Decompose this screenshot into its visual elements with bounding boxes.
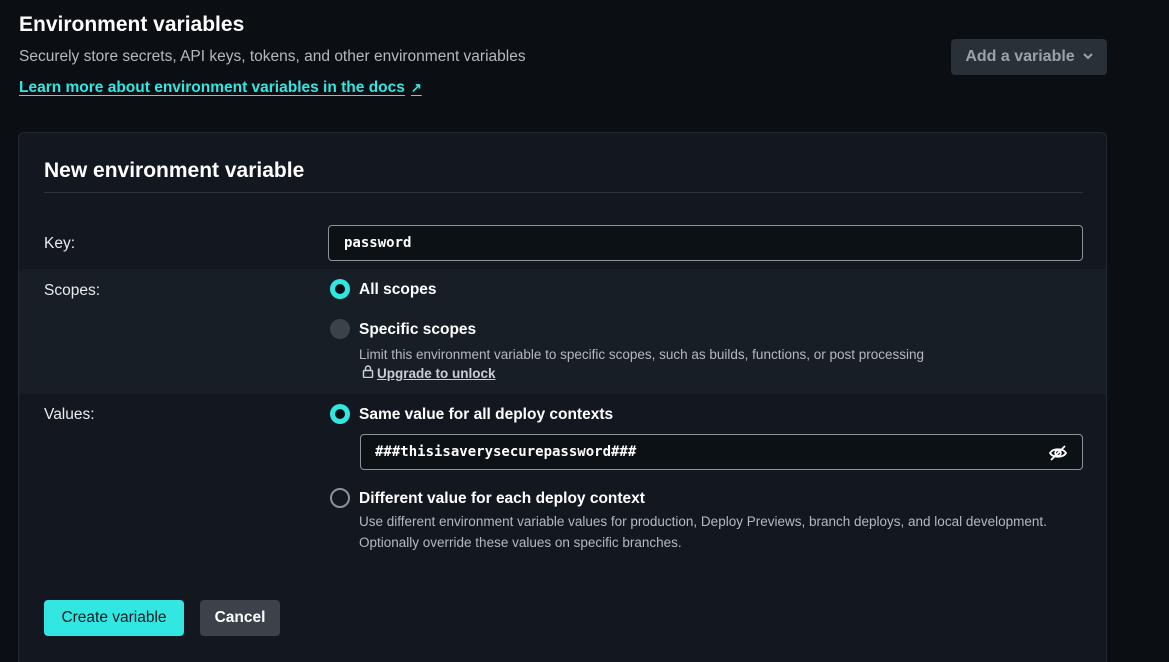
docs-link-label[interactable]: Learn more about environment variables i… [19,79,405,97]
docs-link[interactable]: Learn more about environment variables i… [19,79,422,97]
add-variable-label: Add a variable [965,48,1075,65]
key-input[interactable]: password [328,225,1083,261]
new-variable-card: New environment variable Key: password S… [18,132,1107,662]
different-value-description-line1: Use different environment variable value… [359,514,1047,529]
external-link-icon: ↗ [410,80,422,95]
key-input-value: password [344,235,412,251]
value-input[interactable]: ###thisisaverysecurepassword### [360,434,1083,470]
cancel-button[interactable]: Cancel [200,600,280,636]
add-variable-button[interactable]: Add a variable [951,39,1107,75]
divider [44,192,1083,193]
same-value-label[interactable]: Same value for all deploy contexts [359,406,613,424]
all-scopes-radio[interactable] [330,279,350,299]
specific-scopes-description: Limit this environment variable to speci… [359,347,925,362]
upgrade-link[interactable]: Upgrade to unlock [362,365,496,381]
all-scopes-label[interactable]: All scopes [359,281,437,299]
scopes-section: Scopes: All scopes Specific scopes Limit… [19,269,1106,394]
different-value-label[interactable]: Different value for each deploy context [359,490,645,508]
upgrade-link-label[interactable]: Upgrade to unlock [377,366,496,381]
key-label: Key: [44,235,76,252]
different-value-description-line2: Optionally override these values on spec… [359,535,682,550]
value-input-value: ###thisisaverysecurepassword### [375,444,637,460]
different-value-radio[interactable] [330,488,350,508]
chevron-down-icon [1082,52,1093,63]
values-label: Values: [44,406,95,423]
scopes-label: Scopes: [44,282,101,299]
lock-icon [362,365,374,381]
card-title: New environment variable [44,159,305,182]
page-subtitle: Securely store secrets, API keys, tokens… [19,48,526,65]
create-variable-button[interactable]: Create variable [44,600,184,636]
specific-scopes-radio[interactable] [330,319,350,339]
specific-scopes-label[interactable]: Specific scopes [359,321,476,339]
page-title: Environment variables [19,13,245,36]
same-value-radio[interactable] [330,404,350,424]
eye-off-icon[interactable] [1048,443,1068,463]
